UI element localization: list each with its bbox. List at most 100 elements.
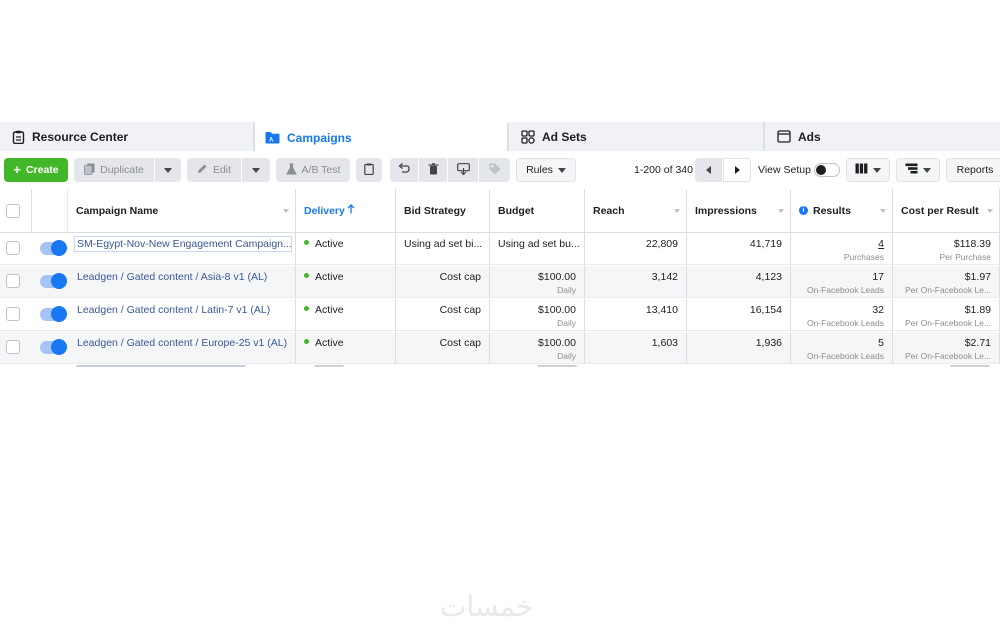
cost-type: Per On-Facebook Le...: [905, 351, 991, 361]
delete-button[interactable]: [419, 158, 447, 182]
campaign-name-link[interactable]: Leadgen / Gated content / Europe-25 v1 (…: [77, 337, 287, 349]
reports-label: Reports: [956, 164, 994, 176]
campaign-name-cell[interactable]: Leadgen / Gated content / Europe-25 v1 (…: [68, 332, 296, 364]
reach-value: 13,410: [645, 304, 678, 316]
info-icon[interactable]: i: [799, 206, 808, 215]
campaign-name-cell[interactable]: Leadgen / Gated content / Latin-7 v1 (AL…: [68, 299, 296, 331]
prev-page-button[interactable]: [695, 158, 722, 182]
columns-button[interactable]: [846, 158, 890, 182]
column-header-impressions[interactable]: Impressions: [687, 189, 791, 233]
rules-button[interactable]: Rules: [516, 158, 576, 182]
status-dot-icon: [304, 273, 309, 278]
reports-button[interactable]: Reports: [946, 158, 1000, 182]
budget-cell[interactable]: $100.00 Daily: [490, 332, 585, 364]
edit-dropdown[interactable]: [242, 158, 270, 182]
campaign-name-cell[interactable]: Leadgen / Gated content / Asia-8 v1 (AL): [68, 266, 296, 298]
ab-test-button[interactable]: A/B Test: [276, 158, 350, 182]
budget-value: $100.00: [538, 271, 576, 283]
campaign-toggle[interactable]: [40, 306, 67, 322]
cost-type: Per Purchase: [939, 252, 992, 262]
budget-cell[interactable]: Using ad set bu...: [490, 233, 585, 265]
plus-icon: +: [13, 162, 21, 177]
clipped-text: [950, 365, 990, 367]
column-header-campaign-name[interactable]: Campaign Name: [68, 189, 296, 233]
tab-campaigns[interactable]: A Campaigns: [255, 122, 509, 151]
breakdown-button[interactable]: [896, 158, 940, 182]
table-row[interactable]: Leadgen / Gated content / Latin-7 v1 (AL…: [0, 299, 1000, 331]
view-setup-toggle[interactable]: [814, 163, 840, 177]
campaign-name-link[interactable]: Leadgen / Gated content / Asia-8 v1 (AL): [77, 271, 267, 283]
chevron-down-icon: [873, 167, 881, 173]
create-label: Create: [25, 164, 59, 176]
edit-button[interactable]: Edit: [187, 158, 241, 182]
delete-draft-button[interactable]: [356, 158, 382, 182]
tab-resource-center[interactable]: Resource Center: [0, 122, 255, 151]
bid-strategy-cell: Using ad set bi...: [396, 233, 490, 265]
column-label: Budget: [498, 204, 535, 217]
undo-button[interactable]: [390, 158, 418, 182]
ads-manager: Resource Center A Campaigns Ad Sets Ads …: [0, 122, 1000, 370]
bid-strategy-cell: Cost cap: [396, 299, 490, 331]
trash-icon: [428, 162, 439, 178]
sort-caret-icon: [778, 209, 784, 213]
duplicate-button[interactable]: Duplicate: [74, 158, 154, 182]
column-header-bid-strategy[interactable]: Bid Strategy: [396, 189, 490, 233]
table-row[interactable]: SM-Egypt-Nov-New Engagement Campaign... …: [0, 233, 1000, 265]
tab-ads[interactable]: Ads: [765, 122, 1000, 151]
duplicate-dropdown[interactable]: [155, 158, 181, 182]
results-value: 32: [872, 304, 884, 316]
tab-label: Ad Sets: [542, 129, 587, 144]
delivery-cell: Active: [296, 332, 396, 364]
column-header-reach[interactable]: Reach: [585, 189, 687, 233]
reach-cell: 3,142: [585, 266, 687, 298]
budget-cell[interactable]: $100.00 Daily: [490, 299, 585, 331]
tab-ad-sets[interactable]: Ad Sets: [509, 122, 765, 151]
row-checkbox[interactable]: [6, 241, 20, 255]
column-label: Results: [813, 204, 851, 217]
row-checkbox[interactable]: [6, 274, 20, 288]
bid-strategy-value: Cost cap: [439, 337, 481, 349]
campaign-name-link[interactable]: Leadgen / Gated content / Latin-7 v1 (AL…: [77, 304, 270, 316]
impressions-value: 41,719: [749, 238, 782, 250]
duplicate-label: Duplicate: [100, 164, 144, 176]
sort-ascending-icon: [347, 204, 355, 217]
table-row[interactable]: Leadgen / Gated content / Asia-8 v1 (AL)…: [0, 266, 1000, 298]
impressions-cell: 16,154: [687, 299, 791, 331]
results-type: On-Facebook Leads: [806, 351, 884, 361]
delivery-cell: Active: [296, 266, 396, 298]
cost-type: Per On-Facebook Le...: [905, 318, 991, 328]
tab-label: Ads: [798, 129, 821, 144]
impressions-cell: 4,123: [687, 266, 791, 298]
cost-value: $1.97: [964, 271, 991, 283]
next-page-button[interactable]: [723, 158, 751, 182]
breakdown-icon: [905, 163, 918, 177]
chevron-down-icon: [557, 167, 566, 173]
campaign-name-cell[interactable]: SM-Egypt-Nov-New Engagement Campaign...: [68, 233, 296, 265]
column-header-cost-per-result[interactable]: Cost per Result: [893, 189, 1000, 233]
export-button[interactable]: [448, 158, 478, 182]
campaign-toggle[interactable]: [40, 240, 67, 256]
campaign-toggle[interactable]: [40, 273, 67, 289]
select-all-checkbox[interactable]: [6, 204, 20, 218]
create-button[interactable]: + Create: [4, 158, 68, 182]
column-header-budget[interactable]: Budget: [490, 189, 585, 233]
campaign-name-link[interactable]: SM-Egypt-Nov-New Engagement Campaign...: [74, 236, 292, 252]
campaign-toggle[interactable]: [40, 339, 67, 355]
column-header-results[interactable]: i Results: [791, 189, 893, 233]
budget-period: Daily: [557, 351, 576, 361]
column-header-delivery[interactable]: Delivery: [296, 189, 396, 233]
sort-caret-icon: [674, 209, 680, 213]
tag-button[interactable]: [479, 158, 510, 182]
table-row[interactable]: Leadgen / Gated content / Europe-25 v1 (…: [0, 332, 1000, 364]
results-value[interactable]: 4: [878, 238, 884, 250]
rules-label: Rules: [526, 164, 553, 176]
budget-value: $100.00: [538, 304, 576, 316]
clipboard-icon: [12, 130, 25, 144]
folder-icon: A: [265, 131, 280, 144]
chevron-right-icon: [734, 166, 740, 174]
budget-cell[interactable]: $100.00 Daily: [490, 266, 585, 298]
row-checkbox[interactable]: [6, 307, 20, 321]
cost-type: Per On-Facebook Le...: [905, 285, 991, 295]
table-row-clipped: [0, 365, 1000, 370]
row-checkbox[interactable]: [6, 340, 20, 354]
